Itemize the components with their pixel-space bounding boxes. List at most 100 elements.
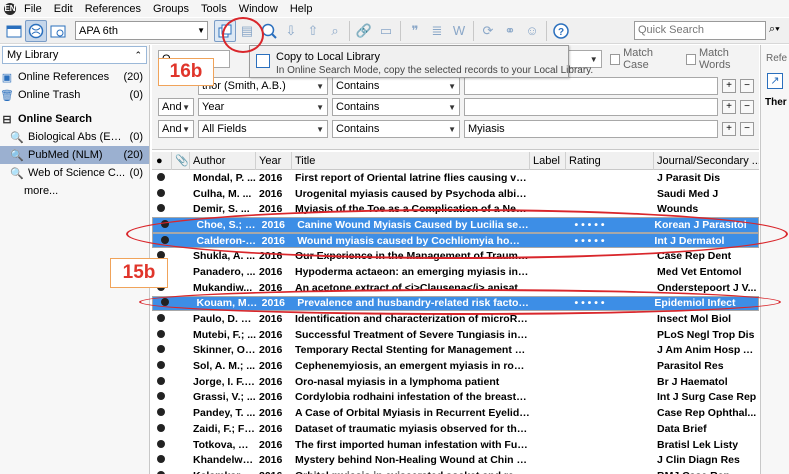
year-cell: 2016	[259, 344, 283, 357]
table-row[interactable]: Zaidi, F.; Fa... 2016 Dataset of traumatic…	[152, 421, 759, 437]
title-column-header[interactable]: Title	[292, 152, 530, 170]
user-icon[interactable]: ☺	[521, 20, 543, 42]
menu-tools[interactable]: Tools	[201, 3, 227, 15]
integrated-library-icon[interactable]	[47, 20, 69, 42]
table-row[interactable]: Panadero, ... 2016 Hypoderma actaeon: an e…	[152, 264, 759, 280]
add-row-button[interactable]: +	[722, 79, 736, 93]
label-column-header[interactable]: Label	[530, 152, 566, 170]
share-icon[interactable]: ⚭	[499, 20, 521, 42]
quick-search-input[interactable]: Quick Search	[634, 21, 766, 40]
remove-row-button[interactable]: −	[740, 100, 754, 114]
table-row[interactable]: Mondal, P. ... 2016 First report of Orient…	[152, 170, 759, 186]
read-status-dot	[152, 423, 172, 435]
year-column-header[interactable]: Year	[256, 152, 292, 170]
menu-references[interactable]: References	[85, 3, 141, 15]
journal-cell: Parasitol Res	[657, 360, 724, 373]
sidebar-more-link[interactable]: more...	[0, 182, 149, 200]
sidebar-item-label: Online References	[18, 71, 110, 83]
insert-citation-icon[interactable]: ❞	[404, 20, 426, 42]
sidebar-item-web-of-science[interactable]: 🔍 Web of Science C... (0)	[0, 164, 149, 182]
annotation-ellipse-row	[139, 289, 781, 315]
search-bool-select[interactable]: And ▼	[158, 120, 194, 138]
sidebar-item-count: (0)	[129, 167, 143, 179]
remove-row-button[interactable]: −	[740, 122, 754, 136]
menu-file[interactable]: File	[24, 3, 42, 15]
search-term-input[interactable]	[464, 77, 718, 95]
table-row[interactable]: Kalamkar, ...2016Orbital myiasis in evis…	[152, 468, 759, 474]
sidebar-item-online-trash[interactable]: 🗑 Online Trash (0)	[0, 86, 149, 104]
word-icon[interactable]: W	[448, 20, 470, 42]
menu-window[interactable]: Window	[239, 3, 278, 15]
sidebar-item-pubmed[interactable]: 🔍 PubMed (NLM) (20)	[0, 146, 149, 164]
menu-edit[interactable]: Edit	[54, 3, 73, 15]
import-icon[interactable]: ⇩	[280, 20, 302, 42]
search-globe-icon: 🔍	[10, 167, 24, 180]
local-library-mode-icon[interactable]	[3, 20, 25, 42]
table-row[interactable]: Khandelwa... 2016 Mystery behind Non-Heali…	[152, 452, 759, 468]
open-reference-icon[interactable]: ↗	[767, 73, 783, 89]
author-cell: Zaidi, F.; Fa...	[193, 422, 256, 435]
toolbar-divider	[546, 20, 547, 41]
search-field-select[interactable]: thor (Smith, A.B.) ▼	[198, 77, 328, 95]
search-field-select[interactable]: Year ▼	[198, 98, 328, 116]
journal-cell: Int J Surg Case Rep	[657, 391, 757, 404]
title-cell: Successful Treatment of Severe Tungiasis…	[295, 328, 530, 341]
search-field-select[interactable]: All Fields ▼	[198, 120, 328, 138]
search-bool-select[interactable]: And ▼	[158, 98, 194, 116]
rating-column-header[interactable]: Rating	[566, 152, 654, 170]
year-cell: 2016	[259, 391, 283, 404]
search-row-3: And ▼ All Fields ▼ Contains ▼ Myiasis + …	[158, 119, 754, 139]
search-term-input[interactable]: Myiasis	[464, 120, 718, 138]
match-case-checkbox[interactable]: Match Case	[609, 47, 678, 71]
checkbox-box[interactable]	[685, 53, 696, 65]
menu-help[interactable]: Help	[290, 3, 313, 15]
export-icon[interactable]: ⇧	[302, 20, 324, 42]
online-search-label: Online Search	[18, 113, 92, 125]
sidebar-item-label: Biological Abs (EB...	[28, 131, 126, 143]
search-operator-select[interactable]: Contains ▼	[332, 120, 460, 138]
journal-column-header[interactable]: Journal/Secondary ...	[654, 152, 759, 170]
format-bibliography-icon[interactable]: ≣	[426, 20, 448, 42]
attachment-column-header[interactable]: 📎	[172, 152, 190, 170]
menu-groups[interactable]: Groups	[153, 3, 189, 15]
table-row[interactable]: Culha, M. ... 2016 Urogenital myiasis caus…	[152, 186, 759, 202]
add-row-button[interactable]: +	[722, 100, 736, 114]
toolbar: APA 6th ▼ ▤ ⇩ ⇧ ⌕ 🔗 ▭ ❞ ≣ W ⟳ ⚭ ☺ ? Quic…	[0, 18, 789, 44]
table-row[interactable]: Grassi, V.; ... 2016 Cordylobia rodhaini i…	[152, 390, 759, 406]
table-row[interactable]: Jorge, I. F.;... 2016 Oro-nasal myiasis in…	[152, 374, 759, 390]
author-cell: Skinner, O....	[193, 344, 256, 357]
sync-icon[interactable]: ⟳	[477, 20, 499, 42]
author-cell: Paulo, D. F....	[193, 313, 256, 326]
search-options-icon[interactable]: ⌕▾	[769, 23, 780, 36]
menu-bar: EN File Edit References Groups Tools Win…	[0, 0, 789, 17]
help-icon[interactable]: ?	[550, 20, 572, 42]
table-row[interactable]: Totkova, A.... 2016 The first imported hum…	[152, 437, 759, 453]
add-row-button[interactable]: +	[722, 122, 736, 136]
sidebar-item-online-references[interactable]: ▣ Online References (20)	[0, 68, 149, 86]
author-column-header[interactable]: Author	[190, 152, 256, 170]
search-term-input[interactable]	[464, 98, 718, 116]
open-link-icon[interactable]: 🔗	[353, 20, 375, 42]
search-operator-select[interactable]: Contains ▼	[332, 77, 460, 95]
search-operator-select[interactable]: Contains ▼	[332, 98, 460, 116]
online-search-mode-icon[interactable]	[25, 19, 47, 42]
online-search-group[interactable]: ⊟ Online Search	[0, 110, 149, 128]
remove-row-button[interactable]: −	[740, 79, 754, 93]
reference-tab-label[interactable]: Refe	[766, 53, 787, 64]
match-words-checkbox[interactable]: Match Words	[685, 47, 759, 71]
collapse-icon[interactable]: ⌃	[134, 47, 142, 63]
unread-dot-icon	[157, 188, 165, 197]
sidebar-item-biological-abs[interactable]: 🔍 Biological Abs (EB... (0)	[0, 128, 149, 146]
read-status-column-header[interactable]: ●	[152, 152, 172, 170]
open-file-icon[interactable]: ▭	[375, 20, 397, 42]
table-row[interactable]: Pandey, T. ... 2016 A Case of Orbital Myia…	[152, 405, 759, 421]
table-row[interactable]: Mutebi, F.; ... 2016 Successful Treatment …	[152, 327, 759, 343]
find-full-text-icon[interactable]: ⌕	[324, 20, 346, 42]
my-library-header[interactable]: My Library ⌃	[2, 46, 147, 64]
style-select[interactable]: APA 6th ▼	[75, 21, 208, 40]
checkbox-box[interactable]	[609, 53, 621, 65]
table-row[interactable]: Sol, A. M.; ... 2016 Cephenemyiosis, an em…	[152, 358, 759, 374]
collapse-minus-icon[interactable]: ⊟	[0, 113, 14, 126]
table-row[interactable]: Skinner, O.... 2016 Temporary Rectal Stent…	[152, 343, 759, 359]
more-label: more...	[24, 185, 59, 197]
